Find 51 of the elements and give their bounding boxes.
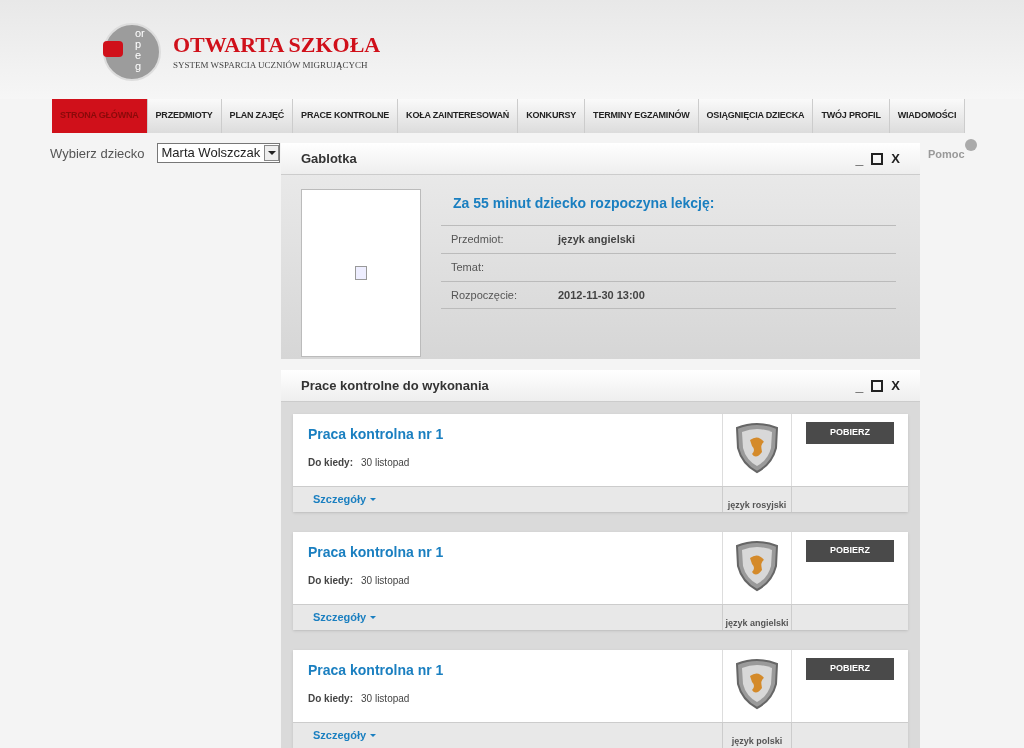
download-button[interactable]: POBIERZ	[806, 658, 894, 680]
broken-image-icon	[301, 189, 421, 357]
site-subtitle: SYSTEM WSPARCIA UCZNIÓW MIGRUJĄCYCH	[173, 58, 369, 72]
lesson-heading: Za 55 minut dziecko rozpoczyna lekcję:	[452, 194, 716, 213]
minimize-button[interactable]: _	[855, 378, 864, 393]
child-label: Wybierz dziecko	[50, 145, 145, 163]
minimize-button[interactable]: _	[855, 151, 864, 166]
subject-label: język polski	[731, 736, 783, 748]
subject-label: język angielski	[725, 618, 789, 630]
due-label: Do kiedy:	[308, 456, 353, 470]
caret-icon	[370, 498, 377, 501]
caret-icon	[267, 151, 276, 155]
nav-tab[interactable]: TERMINY EGZAMINÓW	[585, 99, 699, 133]
download-button[interactable]: POBIERZ	[806, 540, 894, 562]
field-value: 2012-11-30 13:00	[558, 287, 645, 303]
caret-icon	[370, 616, 377, 619]
logo-icon: orpeg	[103, 22, 161, 81]
due-label: Do kiedy:	[308, 574, 353, 588]
field-label: Rozpoczęcie:	[451, 287, 519, 303]
site-title: OTWARTA SZKOŁA	[173, 31, 381, 59]
close-button[interactable]: X	[891, 379, 900, 392]
maximize-icon[interactable]	[871, 152, 884, 165]
nav-tab[interactable]: TWÓJ PROFIL	[813, 99, 890, 133]
nav-tab[interactable]: KOŁA ZAINTERESOWAŃ	[398, 99, 519, 133]
due-date: 30 listopad	[361, 574, 410, 588]
details-link[interactable]: Szczegóły	[313, 727, 367, 744]
caret-icon	[370, 734, 377, 737]
details-link[interactable]: Szczegóły	[313, 491, 367, 508]
panel-title: Prace kontrolne do wykonania	[301, 376, 489, 395]
nav-tab[interactable]: PLAN ZAJĘĆ	[221, 99, 294, 133]
nav-tab[interactable]: PRACE KONTROLNE	[293, 99, 399, 133]
download-button[interactable]: POBIERZ	[806, 422, 894, 444]
panel-title: Gablotka	[301, 149, 357, 168]
nav-tab[interactable]: PRZEDMIOTY	[147, 99, 222, 133]
due-date: 30 listopad	[361, 692, 410, 706]
field-label: Temat:	[451, 260, 485, 276]
field-label: Przedmiot:	[451, 232, 505, 248]
child-select[interactable]: Marta Wolszczak	[156, 143, 281, 163]
subject-label: język rosyjski	[727, 500, 787, 512]
maximize-icon[interactable]	[871, 379, 884, 392]
task-title[interactable]: Praca kontrolna nr 1	[308, 660, 722, 681]
field-value: język angielski	[558, 232, 636, 248]
due-date: 30 listopad	[361, 456, 410, 470]
details-link[interactable]: Szczegóły	[313, 609, 367, 626]
nav-tab[interactable]: OSIĄGNIĘCIA DZIECKA	[698, 99, 814, 133]
nav-tab[interactable]: KONKURSY	[518, 99, 586, 133]
task-title[interactable]: Praca kontrolna nr 1	[308, 424, 722, 445]
due-label: Do kiedy:	[308, 692, 353, 706]
close-button[interactable]: X	[891, 152, 900, 165]
task-title[interactable]: Praca kontrolna nr 1	[308, 542, 722, 563]
nav-tab[interactable]: WIADOMOŚCI	[889, 99, 966, 133]
